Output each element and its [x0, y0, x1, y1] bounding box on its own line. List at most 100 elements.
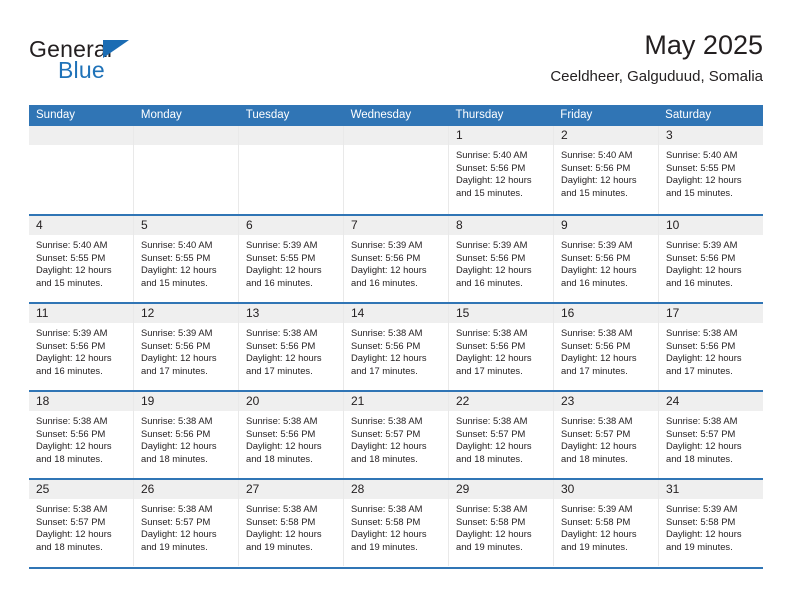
day-cell-empty	[344, 126, 449, 214]
sunset-text: Sunset: 5:56 PM	[456, 339, 526, 351]
day-details: Sunrise: 5:40 AM Sunset: 5:56 PM Daylight:…	[554, 145, 658, 199]
sunset-text: Sunset: 5:56 PM	[351, 339, 421, 351]
daylight-text-line1: Daylight: 12 hours	[666, 264, 742, 276]
day-number-band	[239, 126, 343, 145]
day-cell[interactable]: 15 Sunrise: 5:38 AM Sunset: 5:56 PM Dayligh…	[449, 304, 554, 390]
day-number: 24	[666, 394, 680, 408]
day-cell[interactable]: 11 Sunrise: 5:39 AM Sunset: 5:56 PM Dayligh…	[29, 304, 134, 390]
sunset-text: Sunset: 5:56 PM	[351, 251, 421, 263]
day-cell[interactable]: 19 Sunrise: 5:38 AM Sunset: 5:56 PM Dayligh…	[134, 392, 239, 478]
daylight-text-line2: and 15 minutes.	[36, 276, 103, 288]
day-details: Sunrise: 5:39 AM Sunset: 5:58 PM Daylight:…	[659, 499, 763, 553]
day-number: 23	[561, 394, 575, 408]
day-cell[interactable]: 10 Sunrise: 5:39 AM Sunset: 5:56 PM Dayligh…	[659, 216, 763, 302]
daylight-text-line1: Daylight: 12 hours	[36, 440, 112, 452]
daylight-text-line1: Daylight: 12 hours	[666, 174, 742, 186]
day-details: Sunrise: 5:39 AM Sunset: 5:58 PM Daylight:…	[554, 499, 658, 553]
daylight-text-line1: Daylight: 12 hours	[36, 264, 112, 276]
day-cell[interactable]: 13 Sunrise: 5:38 AM Sunset: 5:56 PM Dayligh…	[239, 304, 344, 390]
week-row: 25 Sunrise: 5:38 AM Sunset: 5:57 PM Dayligh…	[29, 478, 763, 566]
day-cell[interactable]: 20 Sunrise: 5:38 AM Sunset: 5:56 PM Dayligh…	[239, 392, 344, 478]
day-cell[interactable]: 29 Sunrise: 5:38 AM Sunset: 5:58 PM Dayligh…	[449, 480, 554, 566]
daylight-text-line2: and 17 minutes.	[141, 364, 208, 376]
daylight-text-line1: Daylight: 12 hours	[351, 440, 427, 452]
daylight-text-line1: Daylight: 12 hours	[456, 264, 532, 276]
daylight-text-line1: Daylight: 12 hours	[141, 264, 217, 276]
day-cell[interactable]: 2 Sunrise: 5:40 AM Sunset: 5:56 PM Daylight…	[554, 126, 659, 214]
week-row: 1 Sunrise: 5:40 AM Sunset: 5:56 PM Daylight…	[29, 126, 763, 214]
day-cell[interactable]: 3 Sunrise: 5:40 AM Sunset: 5:55 PM Daylight…	[659, 126, 763, 214]
day-number: 6	[246, 218, 253, 232]
sunset-text: Sunset: 5:56 PM	[561, 251, 631, 263]
day-cell[interactable]: 21 Sunrise: 5:38 AM Sunset: 5:57 PM Dayligh…	[344, 392, 449, 478]
weeks-container: 1 Sunrise: 5:40 AM Sunset: 5:56 PM Daylight…	[29, 126, 763, 566]
sunset-text: Sunset: 5:55 PM	[246, 251, 316, 263]
day-number: 15	[456, 306, 470, 320]
day-details: Sunrise: 5:38 AM Sunset: 5:56 PM Daylight:…	[344, 323, 448, 377]
day-number-band: 4	[29, 216, 133, 235]
daylight-text-line2: and 17 minutes.	[561, 364, 628, 376]
weekday-header-wednesday: Wednesday	[350, 109, 412, 121]
day-cell[interactable]: 25 Sunrise: 5:38 AM Sunset: 5:57 PM Dayligh…	[29, 480, 134, 566]
sunrise-text: Sunrise: 5:38 AM	[36, 415, 108, 426]
day-details: Sunrise: 5:38 AM Sunset: 5:56 PM Daylight:…	[239, 411, 343, 465]
sunrise-text: Sunrise: 5:38 AM	[351, 415, 423, 426]
sunset-text: Sunset: 5:56 PM	[666, 251, 736, 263]
day-cell[interactable]: 18 Sunrise: 5:38 AM Sunset: 5:56 PM Dayligh…	[29, 392, 134, 478]
day-cell[interactable]: 14 Sunrise: 5:38 AM Sunset: 5:56 PM Dayligh…	[344, 304, 449, 390]
day-cell[interactable]: 7 Sunrise: 5:39 AM Sunset: 5:56 PM Daylight…	[344, 216, 449, 302]
day-cell[interactable]: 26 Sunrise: 5:38 AM Sunset: 5:57 PM Dayligh…	[134, 480, 239, 566]
day-cell[interactable]: 31 Sunrise: 5:39 AM Sunset: 5:58 PM Dayligh…	[659, 480, 763, 566]
weekday-header-tuesday: Tuesday	[245, 109, 290, 121]
day-cell[interactable]: 5 Sunrise: 5:40 AM Sunset: 5:55 PM Daylight…	[134, 216, 239, 302]
day-details: Sunrise: 5:40 AM Sunset: 5:55 PM Daylight:…	[29, 235, 133, 289]
daylight-text-line2: and 19 minutes.	[351, 540, 418, 552]
weekday-header-thursday: Thursday	[455, 109, 504, 121]
day-cell[interactable]: 23 Sunrise: 5:38 AM Sunset: 5:57 PM Dayligh…	[554, 392, 659, 478]
day-cell[interactable]: 9 Sunrise: 5:39 AM Sunset: 5:56 PM Daylight…	[554, 216, 659, 302]
day-cell[interactable]: 8 Sunrise: 5:39 AM Sunset: 5:56 PM Daylight…	[449, 216, 554, 302]
general-blue-logo[interactable]: General Blue	[29, 36, 259, 94]
daylight-text-line2: and 16 minutes.	[36, 364, 103, 376]
sunrise-text: Sunrise: 5:38 AM	[561, 327, 633, 338]
weekday-header-sunday: Sunday	[36, 109, 76, 121]
day-cell[interactable]: 4 Sunrise: 5:40 AM Sunset: 5:55 PM Daylight…	[29, 216, 134, 302]
day-details: Sunrise: 5:38 AM Sunset: 5:56 PM Daylight:…	[659, 323, 763, 377]
daylight-text-line1: Daylight: 12 hours	[36, 528, 112, 540]
page-header: General Blue May 2025 Ceeldheer, Galgudu…	[29, 28, 763, 98]
daylight-text-line1: Daylight: 12 hours	[246, 528, 322, 540]
daylight-text-line1: Daylight: 12 hours	[666, 440, 742, 452]
day-number-band: 25	[29, 480, 133, 499]
sunset-text: Sunset: 5:55 PM	[666, 161, 736, 173]
day-cell[interactable]: 22 Sunrise: 5:38 AM Sunset: 5:57 PM Dayligh…	[449, 392, 554, 478]
day-cell[interactable]: 16 Sunrise: 5:38 AM Sunset: 5:56 PM Dayligh…	[554, 304, 659, 390]
day-cell[interactable]: 17 Sunrise: 5:38 AM Sunset: 5:56 PM Dayligh…	[659, 304, 763, 390]
daylight-text-line2: and 16 minutes.	[456, 276, 523, 288]
daylight-text-line2: and 15 minutes.	[456, 186, 523, 198]
day-cell[interactable]: 12 Sunrise: 5:39 AM Sunset: 5:56 PM Dayligh…	[134, 304, 239, 390]
day-details: Sunrise: 5:38 AM Sunset: 5:58 PM Daylight:…	[449, 499, 553, 553]
sunset-text: Sunset: 5:56 PM	[456, 251, 526, 263]
day-number: 13	[246, 306, 260, 320]
day-number-band: 10	[659, 216, 763, 235]
sunset-text: Sunset: 5:58 PM	[666, 515, 736, 527]
day-cell[interactable]: 27 Sunrise: 5:38 AM Sunset: 5:58 PM Dayligh…	[239, 480, 344, 566]
day-number-band: 26	[134, 480, 238, 499]
day-cell[interactable]: 1 Sunrise: 5:40 AM Sunset: 5:56 PM Daylight…	[449, 126, 554, 214]
day-cell[interactable]: 28 Sunrise: 5:38 AM Sunset: 5:58 PM Dayligh…	[344, 480, 449, 566]
sunrise-text: Sunrise: 5:38 AM	[246, 503, 318, 514]
sunrise-text: Sunrise: 5:39 AM	[141, 327, 213, 338]
day-cell[interactable]: 30 Sunrise: 5:39 AM Sunset: 5:58 PM Dayligh…	[554, 480, 659, 566]
day-number-band	[344, 126, 448, 145]
day-cell[interactable]: 6 Sunrise: 5:39 AM Sunset: 5:55 PM Daylight…	[239, 216, 344, 302]
day-number: 16	[561, 306, 575, 320]
day-number-band: 11	[29, 304, 133, 323]
page-subtitle: Ceeldheer, Galguduud, Somalia	[550, 68, 763, 85]
sunrise-text: Sunrise: 5:40 AM	[141, 239, 213, 250]
day-details: Sunrise: 5:38 AM Sunset: 5:58 PM Daylight:…	[344, 499, 448, 553]
sunset-text: Sunset: 5:55 PM	[36, 251, 106, 263]
day-number: 9	[561, 218, 568, 232]
day-number-band: 22	[449, 392, 553, 411]
day-cell[interactable]: 24 Sunrise: 5:38 AM Sunset: 5:57 PM Dayligh…	[659, 392, 763, 478]
sunset-text: Sunset: 5:58 PM	[456, 515, 526, 527]
